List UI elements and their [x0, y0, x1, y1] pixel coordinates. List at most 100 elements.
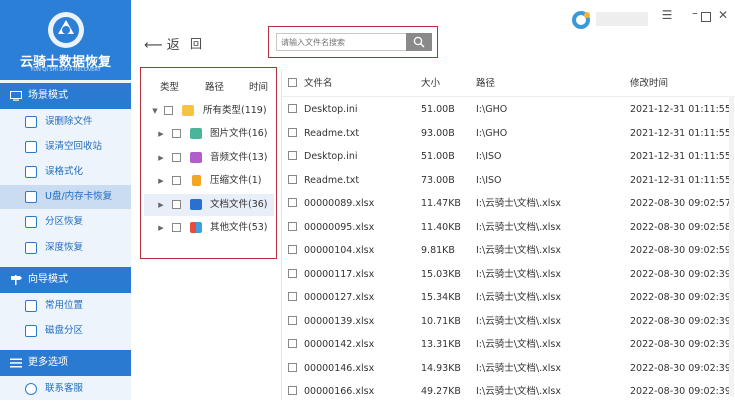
- section-wizard-mode[interactable]: 向导模式: [0, 267, 131, 293]
- minimize-icon[interactable]: –: [688, 6, 702, 20]
- expand-arrow-icon[interactable]: ▶: [156, 147, 166, 169]
- logo-subtitle: YUN QI SHI DATA RECOVERY: [30, 67, 101, 73]
- row-checkbox[interactable]: [288, 151, 297, 160]
- row-checkbox[interactable]: [288, 339, 297, 348]
- signpost-icon: [11, 275, 22, 285]
- nav-disk-partition[interactable]: 磁盘分区: [0, 319, 131, 343]
- table-row[interactable]: Desktop.ini 51.00B I:\GHO 2021-12-31 01:11:…: [282, 98, 735, 122]
- sidebar: 云骑士数据恢复 YUN QI SHI DATA RECOVERY 场景模式 误删…: [0, 0, 131, 400]
- search-input[interactable]: [276, 33, 408, 51]
- nav-label: 误清空回收站: [45, 141, 103, 152]
- row-checkbox[interactable]: [288, 245, 297, 254]
- tree-item-other[interactable]: ▶ 其他文件(53): [144, 217, 274, 239]
- cell-size: 73.00B: [421, 174, 455, 186]
- tree-checkbox[interactable]: [172, 223, 181, 232]
- tree-tab-path[interactable]: 路径: [205, 79, 224, 93]
- search-button[interactable]: [406, 33, 432, 51]
- tree-item-audio[interactable]: ▶ 音频文件(13): [144, 147, 274, 169]
- table-row[interactable]: Readme.txt 73.00B I:\ISO 2021-12-31 01:11:5…: [282, 169, 735, 193]
- tree-tab-type[interactable]: 类型: [160, 79, 179, 93]
- support-icon: [25, 383, 37, 395]
- table-row[interactable]: 00000139.xlsx 10.71KB I:\云骑士\文档\.xlsx 2022-…: [282, 310, 735, 334]
- nav-format[interactable]: 误格式化: [0, 160, 131, 184]
- row-checkbox[interactable]: [288, 198, 297, 207]
- table-row[interactable]: 00000104.xlsx 9.81KB I:\云骑士\文档\.xlsx 2022-0…: [282, 239, 735, 263]
- nav-label: U盘/内存卡恢复: [45, 191, 113, 202]
- nav-partition-recovery[interactable]: 分区恢复: [0, 210, 131, 234]
- column-path[interactable]: 路径: [476, 72, 495, 96]
- column-filename[interactable]: 文件名: [304, 72, 333, 96]
- row-checkbox[interactable]: [288, 315, 297, 325]
- section-more-options[interactable]: 更多选项: [0, 350, 131, 376]
- row-checkbox[interactable]: [288, 127, 297, 137]
- nav-label: 误格式化: [45, 166, 84, 177]
- nav-deep-recovery[interactable]: 深度恢复: [0, 236, 131, 260]
- row-checkbox[interactable]: [288, 386, 297, 395]
- tree-item-documents[interactable]: ▶ 文档文件(36): [144, 194, 274, 216]
- knight-logo-icon: [48, 12, 84, 48]
- tree-tab-time[interactable]: 时间: [249, 79, 268, 93]
- tree-checkbox[interactable]: [172, 176, 181, 185]
- tree-checkbox[interactable]: [172, 129, 181, 138]
- collapse-arrow-icon[interactable]: ▼: [150, 100, 160, 122]
- tree-item-all[interactable]: ▼ 所有类型(119): [144, 100, 274, 122]
- format-icon: [25, 166, 37, 178]
- maximize-icon[interactable]: [701, 12, 711, 22]
- user-avatar-icon[interactable]: [571, 10, 591, 30]
- deep-scan-icon: [25, 242, 37, 254]
- expand-arrow-icon[interactable]: ▶: [156, 170, 166, 192]
- select-all-checkbox[interactable]: [288, 78, 297, 87]
- tree-label: 其他文件(53): [210, 222, 268, 233]
- tree-checkbox[interactable]: [172, 153, 181, 162]
- cell-modified: 2021-12-31 01:11:55: [630, 151, 731, 162]
- table-row[interactable]: Desktop.ini 51.00B I:\ISO 2021-12-31 01:11:…: [282, 145, 735, 169]
- nav-recycle-bin[interactable]: 误清空回收站: [0, 135, 131, 159]
- nav-contact-support[interactable]: 联系客服: [0, 377, 131, 401]
- table-row[interactable]: 00000089.xlsx 11.47KB I:\云骑士\文档\.xlsx 2022-…: [282, 192, 735, 216]
- cell-modified: 2021-12-31 01:11:55: [630, 174, 731, 186]
- section-scene-mode[interactable]: 场景模式: [0, 83, 131, 109]
- cell-path: I:\云骑士\文档\.xlsx: [476, 198, 561, 209]
- cell-path: I:\ISO: [476, 151, 502, 162]
- row-checkbox[interactable]: [288, 221, 297, 231]
- tree-checkbox[interactable]: [172, 200, 181, 209]
- folder-icon: [182, 105, 194, 116]
- cell-path: I:\云骑士\文档\.xlsx: [476, 245, 561, 256]
- row-checkbox[interactable]: [288, 104, 297, 113]
- table-row[interactable]: 00000095.xlsx 11.40KB I:\云骑士\文档\.xlsx 2022-…: [282, 216, 735, 240]
- nav-usb-card[interactable]: U盘/内存卡恢复: [0, 185, 131, 209]
- row-checkbox[interactable]: [288, 174, 297, 184]
- cell-filename: 00000104.xlsx: [304, 245, 375, 256]
- tree-item-images[interactable]: ▶ 图片文件(16): [144, 123, 274, 145]
- row-checkbox[interactable]: [288, 292, 297, 301]
- other-icon: [190, 222, 202, 233]
- table-row[interactable]: 00000127.xlsx 15.34KB I:\云骑士\文档\.xlsx 2022-…: [282, 286, 735, 310]
- scrollbar-track[interactable]: [729, 96, 734, 396]
- nav-common-locations[interactable]: 常用位置: [0, 294, 131, 318]
- table-row[interactable]: Readme.txt 93.00B I:\GHO 2021-12-31 01:11:5…: [282, 122, 735, 146]
- expand-arrow-icon[interactable]: ▶: [156, 194, 166, 216]
- column-size[interactable]: 大小: [421, 72, 440, 96]
- tree-checkbox[interactable]: [164, 106, 173, 115]
- home-button[interactable]: 回: [190, 35, 202, 52]
- cell-size: 11.47KB: [421, 198, 461, 209]
- nav-deleted-files[interactable]: 误删除文件: [0, 110, 131, 134]
- tree-item-archive[interactable]: ▶ 压缩文件(1): [144, 170, 274, 192]
- cell-filename: 00000142.xlsx: [304, 339, 375, 350]
- column-modified[interactable]: 修改时间: [630, 72, 668, 96]
- username-redacted: [596, 12, 648, 26]
- table-row[interactable]: 00000117.xlsx 15.03KB I:\云骑士\文档\.xlsx 2022-…: [282, 263, 735, 287]
- row-checkbox[interactable]: [288, 268, 297, 278]
- cell-size: 51.00B: [421, 151, 455, 162]
- cell-size: 15.03KB: [421, 268, 461, 280]
- table-row[interactable]: 00000146.xlsx 14.93KB I:\云骑士\文档\.xlsx 2022-…: [282, 357, 735, 381]
- cell-size: 93.00B: [421, 127, 455, 139]
- expand-arrow-icon[interactable]: ▶: [156, 123, 166, 145]
- back-button[interactable]: ⟵ 返: [144, 34, 180, 53]
- section-label: 向导模式: [28, 274, 68, 285]
- menu-icon[interactable]: ☰: [660, 8, 674, 22]
- table-row[interactable]: 00000142.xlsx 13.31KB I:\云骑士\文档\.xlsx 2022-…: [282, 333, 735, 357]
- expand-arrow-icon[interactable]: ▶: [156, 217, 166, 239]
- close-icon[interactable]: ✕: [716, 8, 730, 22]
- row-checkbox[interactable]: [288, 362, 297, 372]
